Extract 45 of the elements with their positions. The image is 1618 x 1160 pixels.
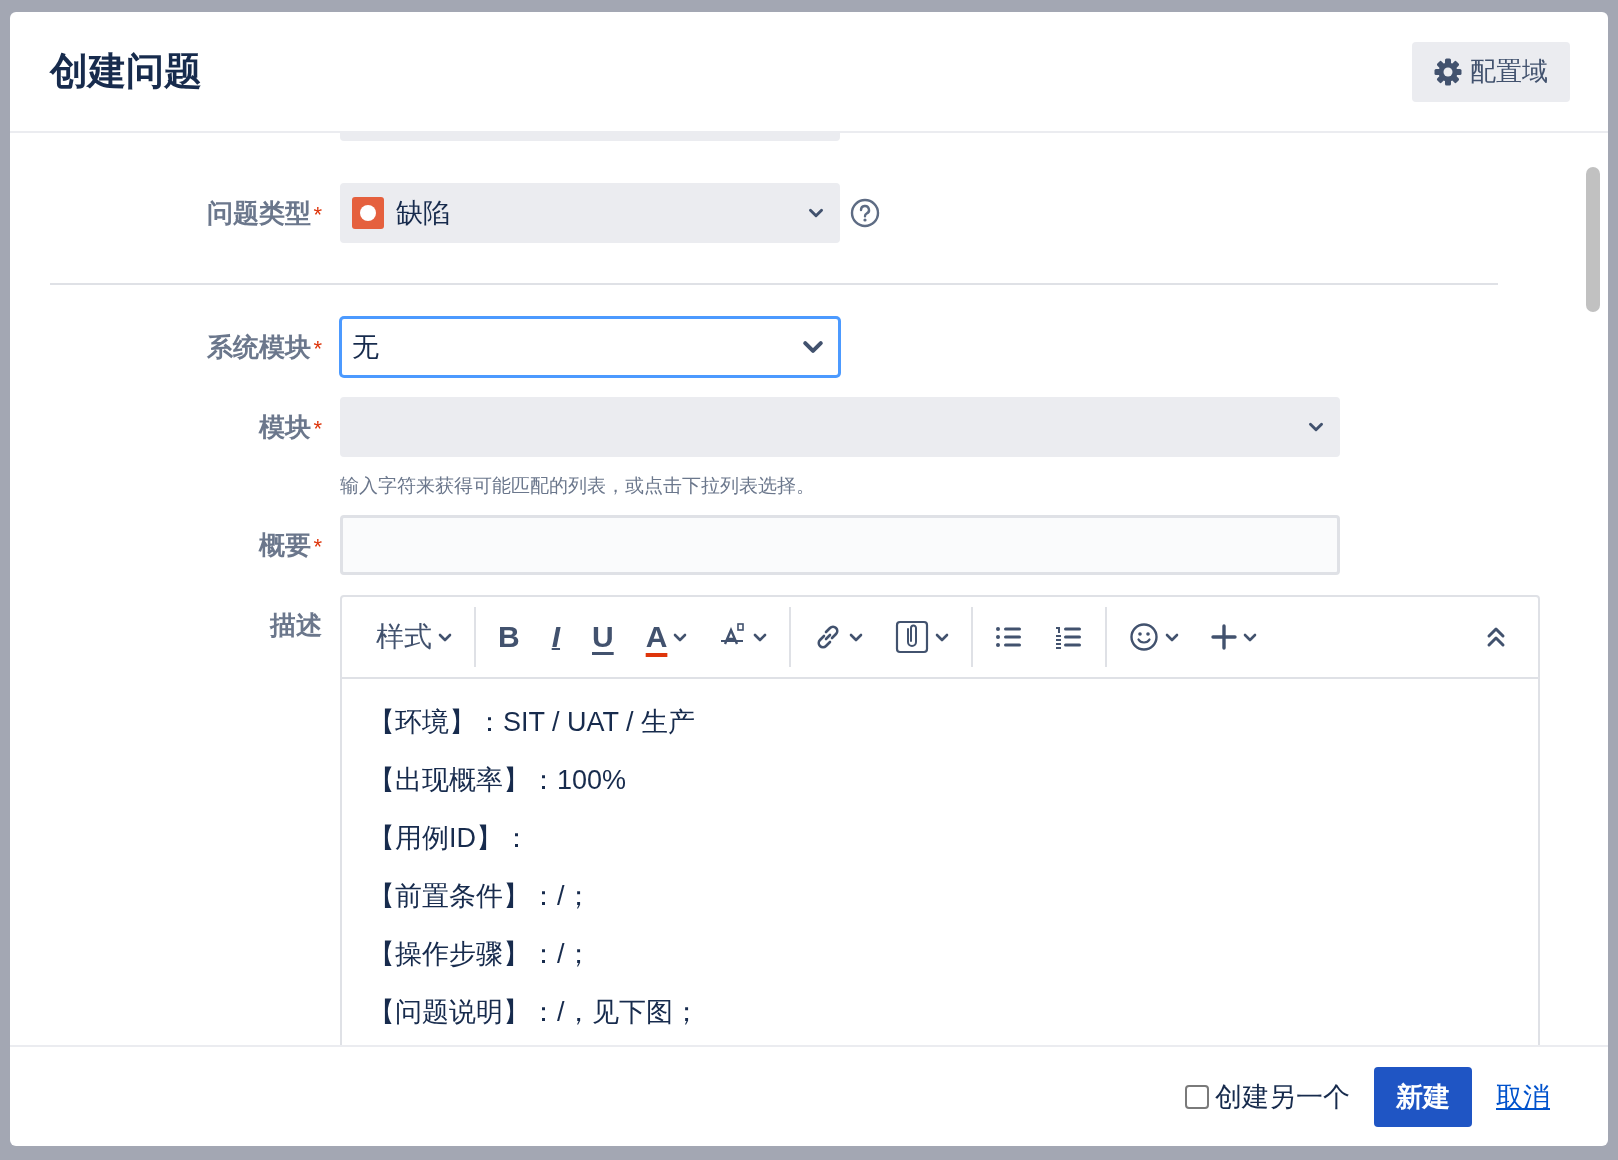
paperclip-icon <box>895 620 930 654</box>
text-color-button[interactable]: A <box>637 611 696 663</box>
chevron-down-icon <box>438 632 452 642</box>
field-hint: 输入字符来获得可能匹配的列表，或点击下拉列表选择。 <box>340 474 816 498</box>
plus-icon <box>1211 624 1238 650</box>
chevron-down-icon <box>808 208 824 218</box>
chevron-down-icon <box>1243 632 1258 642</box>
bold-button[interactable]: B <box>490 611 528 663</box>
chevron-down-icon <box>1165 632 1180 642</box>
description-line: 【出现概率】：100% <box>368 764 628 797</box>
smiley-icon <box>1129 622 1160 652</box>
description-line: 【操作步骤】：/； <box>368 938 593 971</box>
summary-input[interactable] <box>340 515 1340 575</box>
chevron-down-icon <box>1308 422 1324 432</box>
field-label: 模块* <box>259 411 322 444</box>
configure-fields-button[interactable]: 配置域 <box>1412 41 1570 102</box>
issue-type-select[interactable]: 缺陷 <box>340 183 840 243</box>
field-label: 概要* <box>259 529 322 562</box>
style-menu-button[interactable]: 样式 <box>368 611 460 663</box>
underline-button[interactable]: U <box>584 611 622 663</box>
chevron-down-icon <box>802 340 824 354</box>
italic-button[interactable]: I <box>543 611 568 663</box>
description-line: 【环境】：SIT / UAT / 生产 <box>368 706 697 739</box>
chevron-down-icon <box>935 632 950 642</box>
description-line: 【问题说明】：/，见下图； <box>368 996 701 1029</box>
collapse-icon[interactable] <box>1486 626 1506 648</box>
create-another-checkbox[interactable]: 创建另一个 <box>1185 1078 1350 1115</box>
dialog-title: 创建问题 <box>50 49 202 94</box>
help-icon[interactable] <box>850 198 880 228</box>
bug-icon <box>352 197 384 229</box>
description-line: 【前置条件】：/； <box>368 880 593 913</box>
chevron-down-icon <box>849 632 864 642</box>
description-editor[interactable]: 样式 B I U A 【环境】：SIT / UAT / 生产 【出现概率】：100% 【用例ID】： 【前置条件】：/； 【操作步骤】：/； 【问题说明】：/，见下图； <box>340 595 1540 1045</box>
field-label: 问题类型* <box>207 197 322 230</box>
numbered-list-icon <box>1055 625 1084 649</box>
field-label: 系统模块* <box>207 331 322 364</box>
chevron-down-icon <box>753 632 768 642</box>
cancel-link[interactable]: 取消 <box>1496 1078 1550 1115</box>
chevron-down-icon <box>673 632 688 642</box>
field-label: 描述 <box>270 609 322 642</box>
scrollbar-thumb[interactable] <box>1586 167 1600 312</box>
system-module-select[interactable]: 无 <box>340 317 840 377</box>
description-line: 【用例ID】： <box>368 822 531 855</box>
create-button[interactable]: 新建 <box>1374 1066 1472 1127</box>
bullet-list-icon <box>995 625 1024 649</box>
